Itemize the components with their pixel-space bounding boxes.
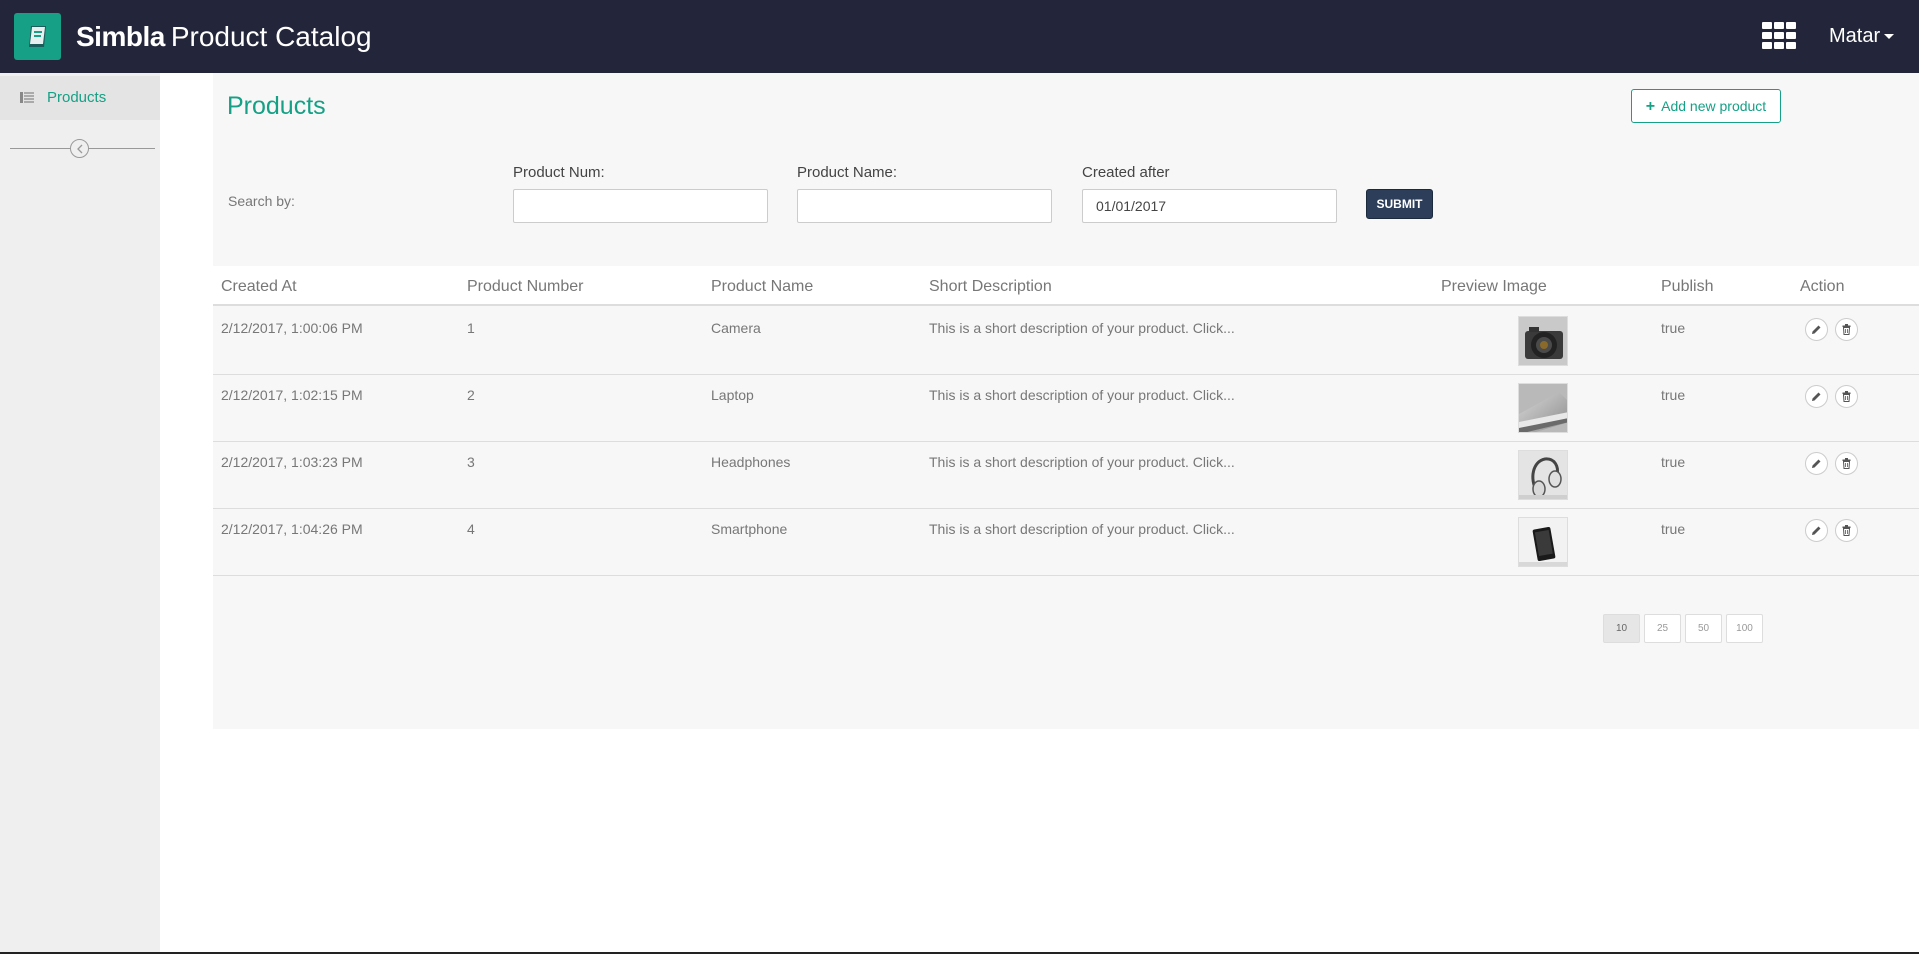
- main-panel: Products + Add new product Search by: Pro…: [213, 73, 1919, 729]
- cell-created-at: 2/12/2017, 1:03:23 PM: [221, 454, 363, 470]
- camera-preview-image[interactable]: [1518, 316, 1568, 366]
- logo-book-icon[interactable]: [14, 13, 61, 60]
- page-size-25[interactable]: 25: [1644, 614, 1681, 643]
- caret-down-icon: [1884, 34, 1895, 40]
- smartphone-preview-image[interactable]: [1518, 517, 1568, 567]
- search-by-label: Search by:: [228, 193, 295, 209]
- user-name: Matar: [1829, 25, 1881, 47]
- cell-product-name: Smartphone: [711, 521, 788, 537]
- cell-product-name: Headphones: [711, 454, 791, 470]
- column-publish[interactable]: Publish: [1661, 277, 1713, 297]
- headphones-preview-image[interactable]: [1518, 450, 1568, 500]
- cell-publish: true: [1661, 320, 1686, 336]
- cell-publish: true: [1661, 387, 1686, 403]
- plus-icon: +: [1645, 98, 1656, 115]
- user-menu[interactable]: Matar: [1829, 23, 1895, 49]
- delete-trash-icon[interactable]: [1835, 452, 1858, 475]
- cell-product-number: 3: [467, 454, 475, 470]
- list-icon: [20, 92, 34, 103]
- edit-pencil-icon[interactable]: [1805, 318, 1828, 341]
- product-num-label: Product Num:: [513, 164, 605, 181]
- cell-short-description: This is a short description of your prod…: [929, 320, 1235, 336]
- sidebar: Products: [0, 73, 160, 954]
- brand-title[interactable]: Simbla Product Catalog: [76, 20, 372, 54]
- apps-grid-icon[interactable]: [1762, 22, 1798, 50]
- delete-trash-icon[interactable]: [1835, 318, 1858, 341]
- product-num-input[interactable]: [513, 189, 768, 223]
- edit-pencil-icon[interactable]: [1805, 519, 1828, 542]
- cell-short-description: This is a short description of your prod…: [929, 387, 1235, 403]
- cell-created-at: 2/12/2017, 1:00:06 PM: [221, 320, 363, 336]
- cell-product-number: 1: [467, 320, 475, 336]
- column-created-at[interactable]: Created At: [221, 277, 297, 297]
- page-size-50[interactable]: 50: [1685, 614, 1722, 643]
- table-header: Created At Product Number Product Name S…: [213, 266, 1919, 306]
- cell-product-name: Camera: [711, 320, 761, 336]
- delete-trash-icon[interactable]: [1835, 519, 1858, 542]
- cell-product-number: 4: [467, 521, 475, 537]
- table-row[interactable]: 2/12/2017, 1:00:06 PM 1 Camera This is a…: [213, 308, 1919, 375]
- column-action[interactable]: Action: [1800, 277, 1844, 297]
- brand-simbla: Simbla: [76, 21, 165, 52]
- submit-button[interactable]: SUBMIT: [1366, 189, 1433, 219]
- edit-pencil-icon[interactable]: [1805, 452, 1828, 475]
- column-product-number[interactable]: Product Number: [467, 277, 584, 297]
- created-after-label: Created after: [1082, 164, 1170, 181]
- products-table: Created At Product Number Product Name S…: [213, 266, 1919, 729]
- cell-short-description: This is a short description of your prod…: [929, 454, 1235, 470]
- top-navbar: Simbla Product Catalog Matar: [0, 0, 1919, 73]
- table-row[interactable]: 2/12/2017, 1:03:23 PM 3 Headphones This …: [213, 442, 1919, 509]
- table-row[interactable]: 2/12/2017, 1:04:26 PM 4 Smartphone This …: [213, 509, 1919, 576]
- product-name-label: Product Name:: [797, 164, 898, 181]
- sidebar-item-products[interactable]: Products: [0, 76, 160, 120]
- add-new-product-label: Add new product: [1661, 98, 1767, 114]
- cell-product-name: Laptop: [711, 387, 754, 403]
- cell-publish: true: [1661, 454, 1686, 470]
- delete-trash-icon[interactable]: [1835, 385, 1858, 408]
- collapse-sidebar-chevron-left-icon[interactable]: [70, 139, 89, 158]
- column-preview-image[interactable]: Preview Image: [1441, 277, 1547, 297]
- cell-created-at: 2/12/2017, 1:02:15 PM: [221, 387, 363, 403]
- column-short-description[interactable]: Short Description: [929, 277, 1052, 297]
- page-title: Products: [227, 92, 326, 120]
- cell-created-at: 2/12/2017, 1:04:26 PM: [221, 521, 363, 537]
- cell-short-description: This is a short description of your prod…: [929, 521, 1235, 537]
- cell-product-number: 2: [467, 387, 475, 403]
- sidebar-item-label: Products: [47, 89, 107, 106]
- column-product-name[interactable]: Product Name: [711, 277, 813, 297]
- cell-publish: true: [1661, 521, 1686, 537]
- table-row[interactable]: 2/12/2017, 1:02:15 PM 2 Laptop This is a…: [213, 375, 1919, 442]
- brand-product-catalog: Product Catalog: [170, 21, 372, 52]
- created-after-input[interactable]: [1082, 189, 1337, 223]
- edit-pencil-icon[interactable]: [1805, 385, 1828, 408]
- add-new-product-button[interactable]: + Add new product: [1631, 89, 1781, 123]
- page-size-10[interactable]: 10: [1603, 614, 1640, 643]
- laptop-preview-image[interactable]: [1518, 383, 1568, 433]
- product-name-input[interactable]: [797, 189, 1052, 223]
- page-size-100[interactable]: 100: [1726, 614, 1763, 643]
